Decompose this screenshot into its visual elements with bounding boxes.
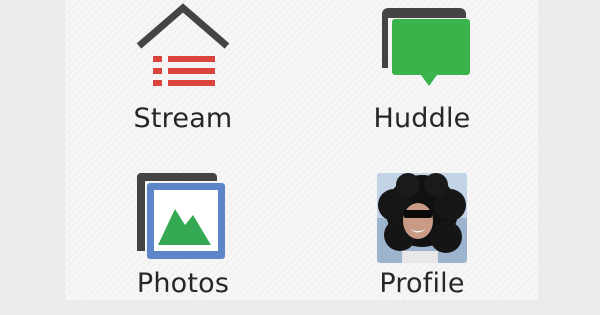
huddle-tile[interactable]: Huddle bbox=[342, 0, 502, 150]
stream-tile[interactable]: Stream bbox=[103, 0, 263, 150]
stream-label: Stream bbox=[133, 103, 233, 134]
huddle-label: Huddle bbox=[373, 103, 471, 134]
stream-icon bbox=[103, 0, 263, 106]
profile-label: Profile bbox=[379, 268, 465, 299]
profile-avatar bbox=[342, 165, 502, 271]
profile-tile[interactable]: Profile bbox=[342, 165, 502, 315]
chat-bubble-icon bbox=[342, 0, 502, 106]
photos-tile[interactable]: Photos bbox=[103, 165, 263, 315]
photos-icon bbox=[103, 165, 263, 271]
photos-label: Photos bbox=[136, 268, 230, 299]
